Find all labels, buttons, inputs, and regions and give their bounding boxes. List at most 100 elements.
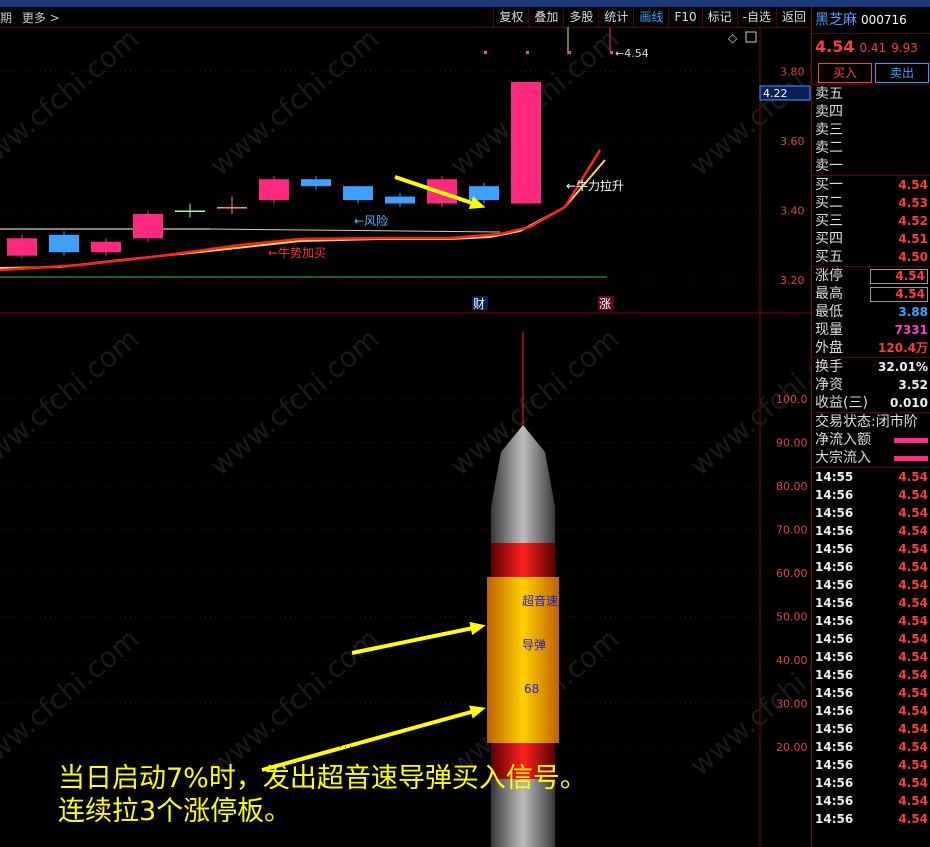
tick-price: 4.54 <box>898 524 928 538</box>
ask-label: 卖二 <box>815 140 843 156</box>
overlay-button[interactable]: 叠加 <box>528 7 563 27</box>
high-label: 最高 <box>815 286 843 302</box>
indicator-tick-label: 100.0 <box>776 393 808 406</box>
price-change-percent: 9.93 <box>891 41 918 55</box>
restore-rights-button[interactable]: 复权 <box>493 7 528 27</box>
ask-row[interactable]: 卖一 <box>812 157 930 175</box>
draw-line-button[interactable]: 画线 <box>633 7 668 27</box>
candle-body <box>91 241 121 253</box>
bid-row[interactable]: 买二 4.53 <box>812 194 930 212</box>
more-menu[interactable]: 更多 > <box>22 11 60 25</box>
quote-sidebar: 黑芝麻 000716 4.54 0.41 9.93 买入 卖出 卖五 卖四 卖三 卖二 卖一 … <box>811 7 930 847</box>
tick-time: 14:56 <box>815 668 854 682</box>
buy-button[interactable]: 买入 <box>818 63 872 83</box>
tick-price: 4.54 <box>898 740 928 754</box>
ask-label: 卖三 <box>815 122 843 138</box>
tick-list[interactable]: 14:55 4.54 14:56 4.54 14:56 4.54 14:56 4.54 14:5… <box>812 467 930 828</box>
bid-row[interactable]: 买四 4.51 <box>812 230 930 248</box>
bid-label: 买五 <box>815 249 843 265</box>
statistics-button[interactable]: 统计 <box>598 7 633 27</box>
price-stats: 涨停 4.54 最高 4.54 最低 3.88 现量 7331 外盘 120.4万 <box>812 266 930 357</box>
price-change: 0.41 <box>859 41 887 55</box>
bid-row[interactable]: 买五 4.50 <box>812 248 930 266</box>
bid-row[interactable]: 买三 4.52 <box>812 212 930 230</box>
overlay-caption: 当日启动7%时，发出超音速导弹买入信号。 连续拉3个涨停板。 <box>58 762 587 828</box>
watermark-text: www.cfchi.com <box>0 622 145 782</box>
mark-button[interactable]: 标记 <box>701 7 737 27</box>
tick-price: 4.54 <box>898 542 928 556</box>
diamond-icon: ◇ <box>728 31 738 45</box>
tick-row: 14:56 4.54 <box>812 774 930 792</box>
tick-time: 14:56 <box>815 650 854 664</box>
watermark-text: www.cfchi.com <box>203 622 385 782</box>
tick-row: 14:56 4.54 <box>812 612 930 630</box>
finance-marker: 财 <box>473 297 485 311</box>
multi-stock-button[interactable]: 多股 <box>563 7 598 27</box>
chart-toolbar: 期 更多 > 复权 叠加 多股 统计 画线 F10 标记 -自选 返回 <box>0 7 811 28</box>
ask-row[interactable]: 卖三 <box>812 121 930 139</box>
tick-row: 14:56 4.54 <box>812 594 930 612</box>
indicator-tick-label: 40.00 <box>776 654 808 667</box>
chart-area[interactable]: www.cfchi.com www.cfchi.com www.cfchi.com w… <box>0 27 811 847</box>
candle-body <box>133 213 163 239</box>
candle-body <box>385 196 415 204</box>
tick-price: 4.54 <box>898 578 928 592</box>
tick-row: 14:56 4.54 <box>812 540 930 558</box>
bid-levels: 买一 4.54 买二 4.53 买三 4.52 买四 4.51 买五 4.50 <box>812 175 930 266</box>
bid-label: 买三 <box>815 213 843 229</box>
remove-watchlist-button[interactable]: -自选 <box>736 7 776 27</box>
f10-button[interactable]: F10 <box>668 7 701 27</box>
tick-time: 14:56 <box>815 506 854 520</box>
tick-row: 14:56 4.54 <box>812 792 930 810</box>
candle-body <box>49 234 79 253</box>
toolbar-buttons: 复权 叠加 多股 统计 画线 F10 标记 -自选 返回 <box>493 7 811 27</box>
tick-time: 14:56 <box>815 632 854 646</box>
tick-row: 14:56 4.54 <box>812 756 930 774</box>
tick-row: 14:56 4.54 <box>812 684 930 702</box>
period-label[interactable]: 期 <box>0 11 12 25</box>
tick-time: 14:56 <box>815 542 854 556</box>
tick-time: 14:56 <box>815 560 854 574</box>
tick-time: 14:56 <box>815 776 854 790</box>
tick-price: 4.54 <box>898 632 928 646</box>
window-restore-icon <box>745 31 757 43</box>
bull-add-annotation: ←牛势加买 <box>268 245 326 260</box>
turnover-value: 32.01% <box>878 360 928 374</box>
tick-time: 14:56 <box>815 578 854 592</box>
turnover-label: 换手 <box>815 359 843 375</box>
ask-levels: 卖五 卖四 卖三卖二 卖一 <box>812 85 930 175</box>
block-flow-label: 大宗流入 <box>815 450 871 466</box>
signal-dot <box>568 51 571 54</box>
bid-price: 4.53 <box>898 196 928 210</box>
tick-time: 14:56 <box>815 596 854 610</box>
ask-row[interactable]: 卖五 <box>812 85 930 103</box>
tick-row: 14:56 4.54 <box>812 630 930 648</box>
current-price-tag: 4.22 <box>763 87 788 100</box>
risk-annotation: ←风险 <box>354 213 388 228</box>
missile-label-1: 超音速 <box>522 593 558 608</box>
bid-price: 4.51 <box>898 232 928 246</box>
volume-value: 7331 <box>894 323 928 337</box>
stock-header: 黑芝麻 000716 <box>812 7 930 34</box>
tick-time: 14:56 <box>815 704 854 718</box>
signal-dot <box>610 51 613 54</box>
window-top-strip <box>0 0 930 7</box>
ask-row[interactable]: 卖二 <box>812 139 930 157</box>
sell-button[interactable]: 卖出 <box>875 63 929 83</box>
back-button[interactable]: 返回 <box>775 7 811 27</box>
bid-row[interactable]: 买一 4.54 <box>812 176 930 194</box>
ask-label: 卖五 <box>815 86 843 102</box>
candle-body <box>343 186 373 201</box>
candle-body <box>259 179 289 201</box>
nav-value: 3.52 <box>898 378 928 392</box>
indicator-tick-label: 20.00 <box>776 741 808 754</box>
indicator-tick-label: 90.00 <box>776 437 808 450</box>
watermark-text: www.cfchi.com <box>683 27 811 182</box>
ask-row[interactable]: 卖四 <box>812 103 930 121</box>
high-price-label: ←4.54 <box>615 47 649 60</box>
bid-price: 4.52 <box>898 214 928 228</box>
price-tick-label: 3.60 <box>780 135 805 148</box>
price-tick-label: 3.40 <box>780 205 805 218</box>
tick-row: 14:56 4.54 <box>812 648 930 666</box>
tick-time: 14:55 <box>815 470 854 484</box>
